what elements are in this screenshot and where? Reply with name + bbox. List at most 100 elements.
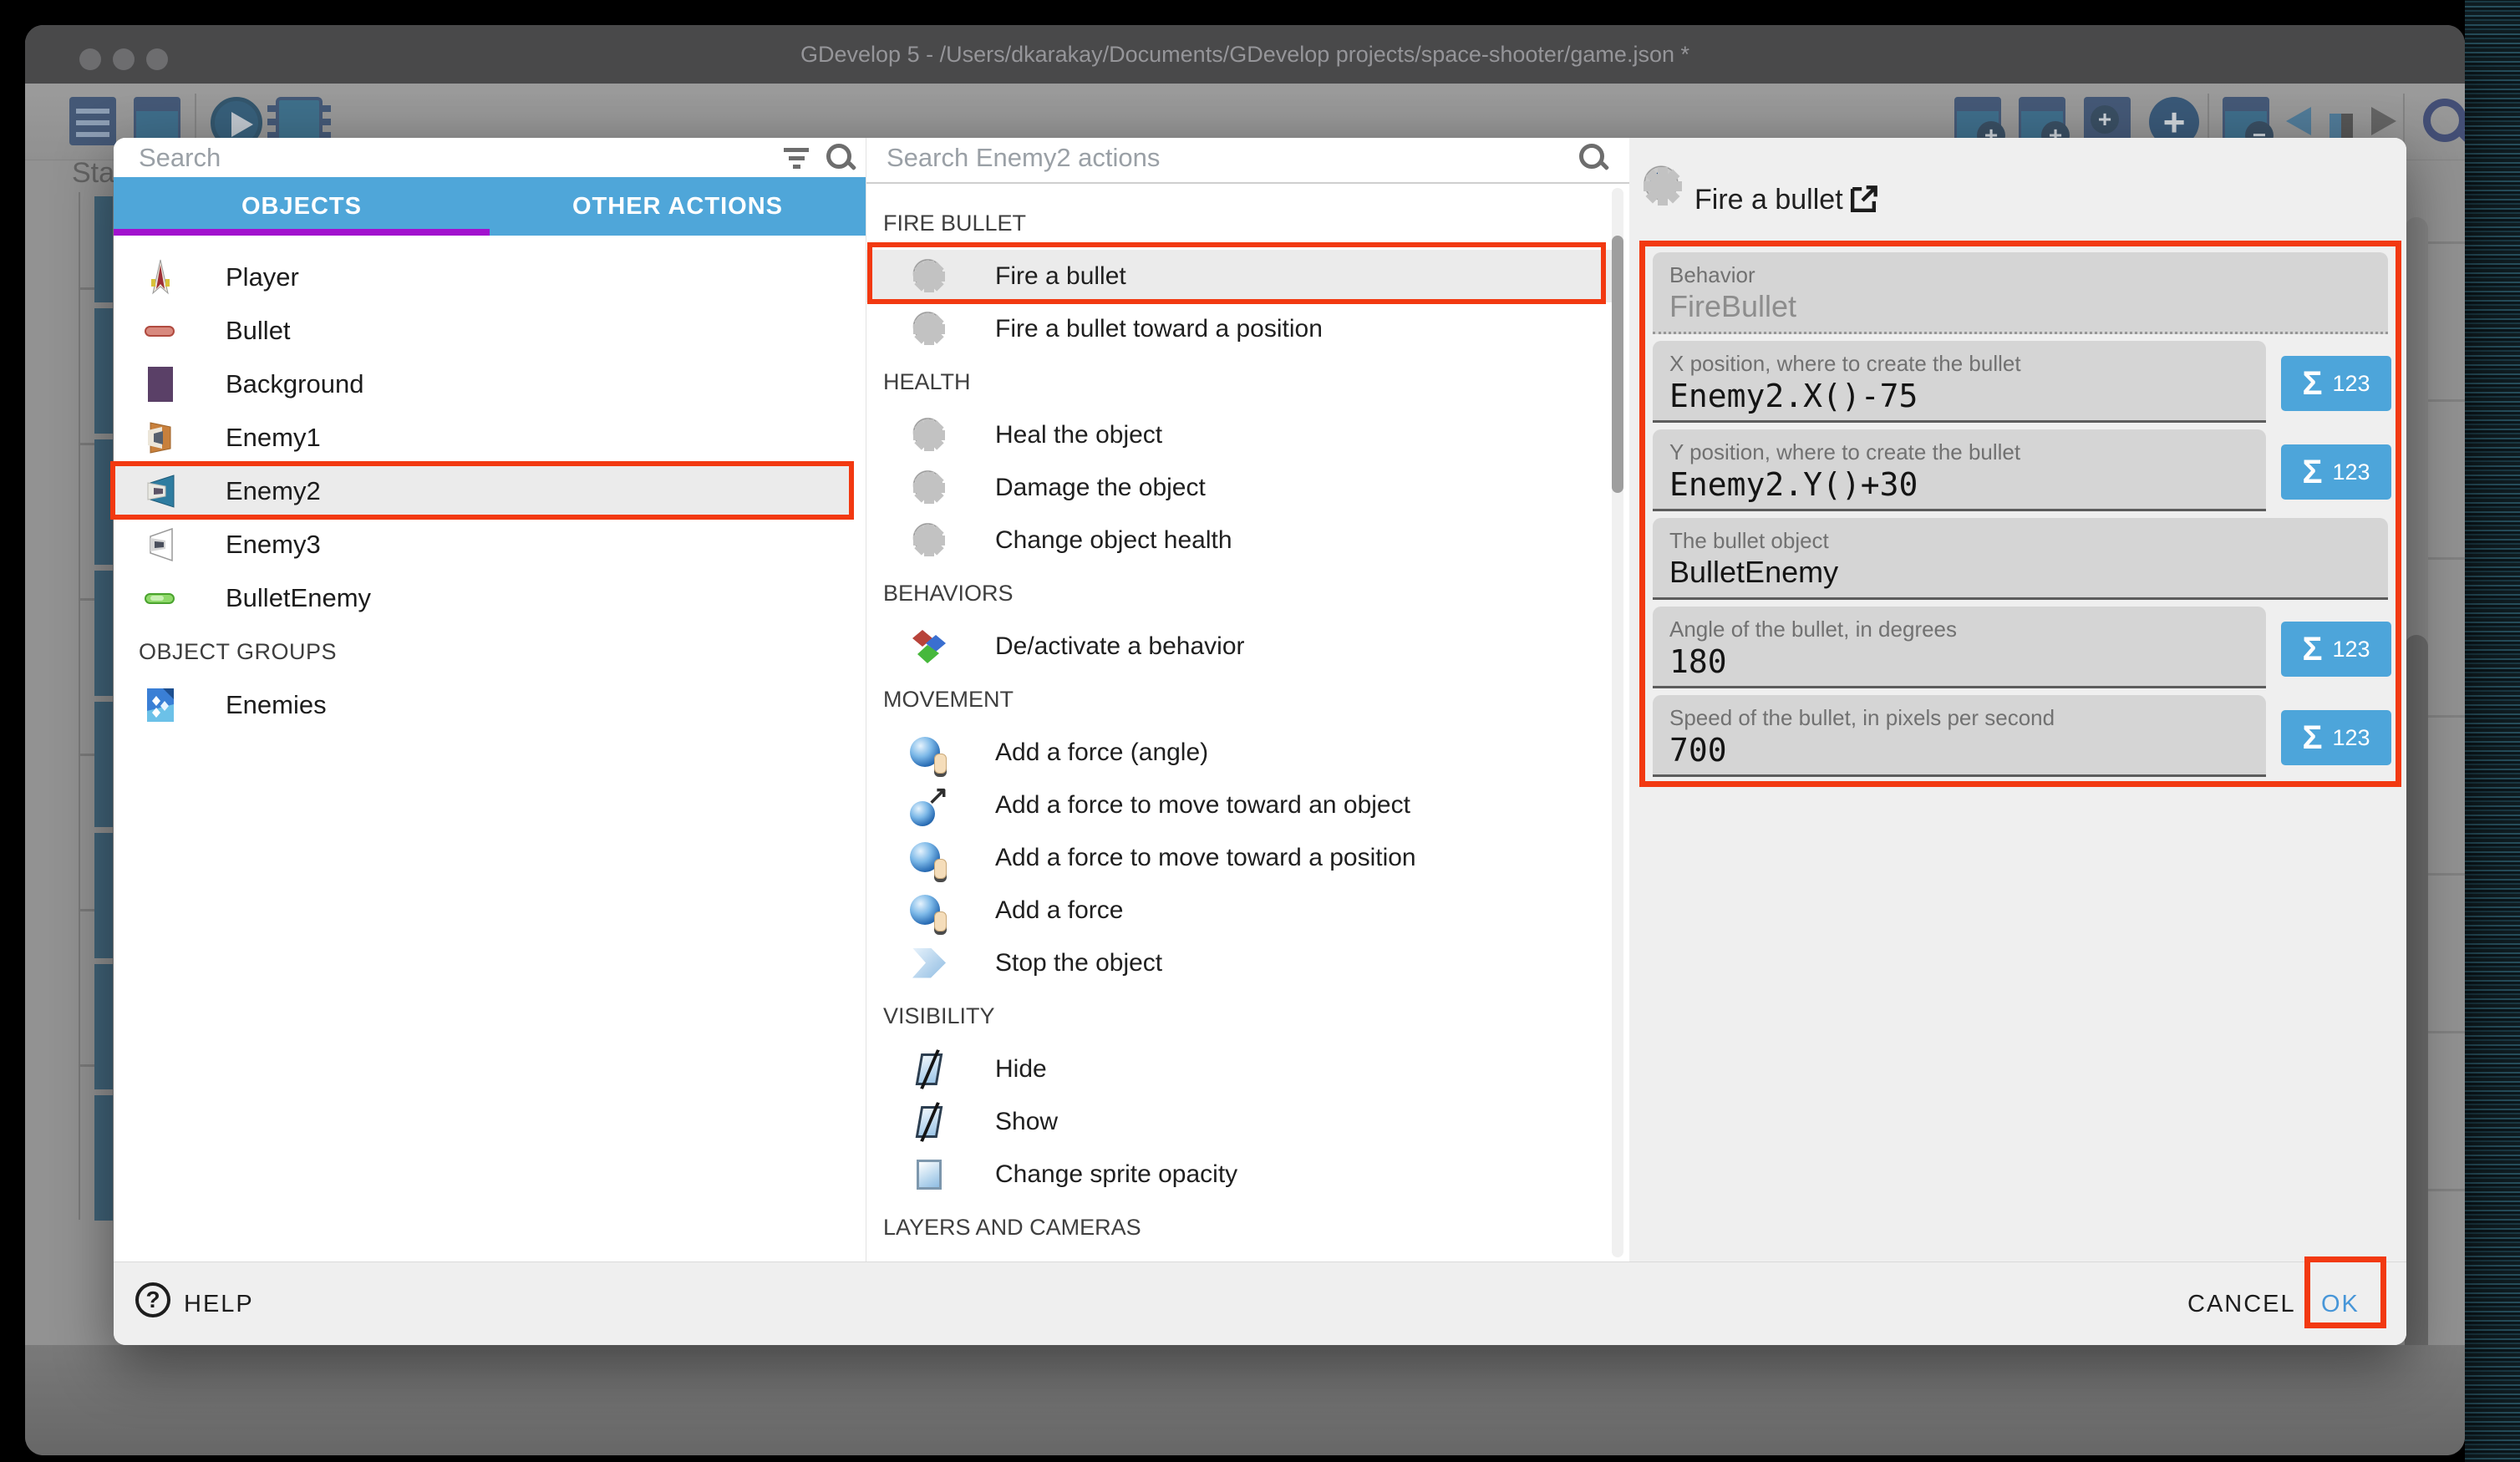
object-row-bulletenemy[interactable]: BulletEnemy — [114, 571, 866, 625]
sigma-icon: Σ — [2302, 631, 2322, 668]
force-icon — [910, 839, 948, 877]
sigma-icon: Σ — [2302, 365, 2322, 403]
enemy2-object-icon — [142, 473, 179, 510]
actions-list: FIRE BULLET Fire a bullet Fire a bullet … — [866, 196, 1613, 1254]
field-label: Behavior — [1669, 262, 1755, 288]
y-position-field[interactable]: Y position, where to create the bullet E… — [1653, 429, 2266, 511]
object-label: Enemy2 — [226, 476, 321, 506]
action-label: Heal the object — [995, 421, 1162, 449]
x-expression-editor-button[interactable]: Σ 123 — [2281, 356, 2391, 411]
section-movement: MOVEMENT — [866, 673, 1613, 726]
bullet-object-field[interactable]: The bullet object BulletEnemy — [1653, 518, 2388, 600]
expression-123-label: 123 — [2332, 459, 2370, 485]
cancel-button[interactable]: CANCEL — [2187, 1262, 2296, 1345]
help-icon[interactable]: ? — [135, 1282, 170, 1317]
action-label: De/activate a behavior — [995, 632, 1245, 661]
action-row-heal[interactable]: Heal the object — [866, 409, 1613, 461]
object-label: BulletEnemy — [226, 583, 371, 613]
action-row-fire-toward-position[interactable]: Fire a bullet toward a position — [866, 302, 1613, 355]
gear-icon — [910, 416, 948, 454]
speed-value[interactable]: 700 — [1669, 732, 1727, 769]
actions-scrollbar-thumb[interactable] — [1612, 236, 1623, 493]
help-button[interactable]: HELP — [184, 1262, 254, 1345]
action-label: Show — [995, 1108, 1058, 1136]
expression-123-label: 123 — [2332, 371, 2370, 397]
field-label: X position, where to create the bullet — [1669, 351, 2021, 377]
action-label: Change sprite opacity — [995, 1160, 1237, 1189]
gear-icon — [910, 310, 948, 348]
desktop-background-texture — [2465, 0, 2520, 1462]
sigma-icon: Σ — [2302, 719, 2322, 757]
action-row-force-toward-position[interactable]: Add a force to move toward a position — [866, 831, 1613, 884]
selector-tabs: OBJECTS OTHER ACTIONS — [114, 177, 866, 236]
angle-expression-editor-button[interactable]: Σ 123 — [2281, 622, 2391, 677]
object-label: Background — [226, 369, 363, 399]
object-label: Enemies — [226, 690, 327, 720]
search-icon — [1578, 143, 1607, 171]
action-row-deactivate-behavior[interactable]: De/activate a behavior — [866, 620, 1613, 673]
tab-other-actions[interactable]: OTHER ACTIONS — [490, 177, 866, 236]
action-row-fire-a-bullet[interactable]: Fire a bullet — [866, 250, 1613, 302]
object-row-enemy3[interactable]: Enemy3 — [114, 518, 866, 571]
action-row-add-force[interactable]: Add a force — [866, 884, 1613, 937]
behavior-field: Behavior FireBullet — [1653, 252, 2388, 334]
section-fire-bullet: FIRE BULLET — [866, 196, 1613, 250]
action-row-add-force-angle[interactable]: Add a force (angle) — [866, 726, 1613, 779]
object-row-enemy1[interactable]: Enemy1 — [114, 411, 866, 464]
x-position-field[interactable]: X position, where to create the bullet E… — [1653, 341, 2266, 423]
object-row-enemy2-selected[interactable]: Enemy2 — [114, 464, 852, 518]
ok-button[interactable]: OK — [2321, 1262, 2360, 1345]
x-position-value[interactable]: Enemy2.X()-75 — [1669, 378, 1918, 414]
section-behaviors: BEHAVIORS — [866, 566, 1613, 620]
angle-field[interactable]: Angle of the bullet, in degrees 180 — [1653, 607, 2266, 688]
enemies-group-icon — [142, 687, 179, 723]
tab-objects[interactable]: OBJECTS — [114, 177, 490, 236]
action-label: Change object health — [995, 526, 1232, 555]
action-row-hide[interactable]: Hide — [866, 1043, 1613, 1095]
opacity-icon — [910, 1155, 948, 1194]
action-label: Add a force to move toward a position — [995, 844, 1416, 872]
action-label: Add a force (angle) — [995, 739, 1208, 767]
action-parameters-panel: Fire a bullet Behavior FireBullet X posi… — [1629, 138, 2406, 1345]
object-row-player[interactable]: Player — [114, 251, 866, 304]
gear-icon — [910, 469, 948, 507]
y-expression-editor-button[interactable]: Σ 123 — [2281, 444, 2391, 500]
speed-field[interactable]: Speed of the bullet, in pixels per secon… — [1653, 695, 2266, 777]
expression-123-label: 123 — [2332, 725, 2370, 751]
background-object-icon — [142, 366, 179, 403]
filter-icon[interactable] — [782, 146, 810, 170]
action-label: Fire a bullet toward a position — [995, 315, 1323, 343]
action-label: Stop the object — [995, 949, 1162, 977]
action-row-damage[interactable]: Damage the object — [866, 461, 1613, 514]
action-row-show[interactable]: Show — [866, 1095, 1613, 1148]
search-icon — [826, 143, 854, 171]
player-object-icon — [142, 259, 179, 296]
object-search-input[interactable]: Search — [139, 143, 221, 173]
action-row-stop-object[interactable]: Stop the object — [866, 937, 1613, 989]
object-groups-header: OBJECT GROUPS — [114, 625, 866, 678]
search-underline — [866, 182, 1630, 184]
field-label: Y position, where to create the bullet — [1669, 439, 2020, 465]
y-position-value[interactable]: Enemy2.Y()+30 — [1669, 466, 1918, 503]
action-label: Fire a bullet — [995, 262, 1126, 291]
selected-action-title: Fire a bullet — [1694, 184, 1843, 216]
angle-value[interactable]: 180 — [1669, 643, 1727, 680]
object-row-background[interactable]: Background — [114, 358, 866, 411]
open-in-new-icon[interactable] — [1845, 181, 1882, 222]
field-label: The bullet object — [1669, 528, 1829, 554]
object-label: Bullet — [226, 316, 291, 346]
force-icon — [910, 891, 948, 930]
field-label: Speed of the bullet, in pixels per secon… — [1669, 705, 2055, 731]
active-tab-indicator — [114, 229, 490, 236]
object-row-enemies-group[interactable]: Enemies — [114, 678, 866, 732]
action-row-change-health[interactable]: Change object health — [866, 514, 1613, 566]
hide-icon — [910, 1050, 948, 1089]
object-row-bullet[interactable]: Bullet — [114, 304, 866, 358]
action-search-input[interactable]: Search Enemy2 actions — [887, 143, 1160, 173]
stop-icon — [910, 944, 948, 982]
speed-expression-editor-button[interactable]: Σ 123 — [2281, 710, 2391, 765]
bullet-object-value[interactable]: BulletEnemy — [1669, 555, 1838, 590]
action-row-force-toward-object[interactable]: Add a force to move toward an object — [866, 779, 1613, 831]
action-label: Add a force — [995, 896, 1123, 925]
action-row-change-opacity[interactable]: Change sprite opacity — [866, 1148, 1613, 1201]
